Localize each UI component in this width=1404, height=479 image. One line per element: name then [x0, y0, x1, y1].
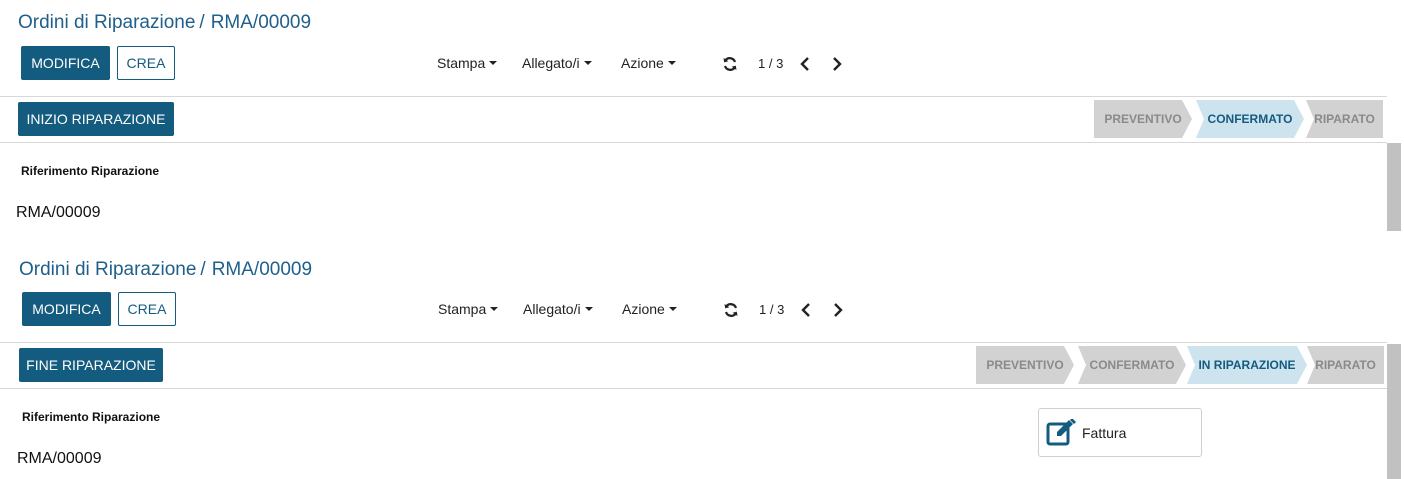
caret-down-icon	[490, 307, 499, 311]
field-value-repair-reference: RMA/00009	[17, 450, 102, 467]
action-menu[interactable]: Azione	[622, 301, 677, 317]
edit-button[interactable]: MODIFICA	[21, 46, 110, 80]
divider	[0, 142, 1387, 143]
chevron-left-icon[interactable]	[798, 301, 814, 319]
caret-down-icon	[489, 61, 498, 65]
action-menu[interactable]: Azione	[621, 55, 676, 71]
create-button[interactable]: CREA	[118, 292, 176, 326]
stage-riparato[interactable]: RIPARATO	[1307, 346, 1384, 384]
attachments-menu-label: Allegato/i	[523, 301, 581, 317]
pager-value: 1 / 3	[759, 302, 785, 317]
breadcrumb: Ordini di Riparazione / RMA/00009	[18, 12, 311, 34]
start-repair-button[interactable]: INIZIO RIPARAZIONE	[18, 102, 174, 136]
finish-repair-button[interactable]: FINE RIPARAZIONE	[19, 348, 163, 382]
breadcrumb-parent-link[interactable]: Ordini di Riparazione	[18, 12, 195, 33]
attachments-menu[interactable]: Allegato/i	[523, 301, 593, 317]
attachments-menu-label: Allegato/i	[522, 55, 580, 71]
caret-down-icon	[584, 307, 593, 311]
print-menu-label: Stampa	[437, 55, 486, 71]
attachments-menu[interactable]: Allegato/i	[522, 55, 592, 71]
field-label-repair-reference: Riferimento Riparazione	[22, 410, 161, 424]
invoice-smart-button-label: Fattura	[1082, 424, 1127, 441]
repair-order-view-confirmed: Ordini di Riparazione / RMA/00009 MODIFICA…	[0, 0, 1404, 231]
divider	[0, 342, 1387, 343]
scrollbar[interactable]	[1387, 143, 1401, 231]
caret-down-icon	[668, 307, 677, 311]
chevron-right-icon[interactable]	[830, 301, 846, 319]
repair-order-view-in-repair: Ordini di Riparazione / RMA/00009 MODIFICA…	[0, 246, 1404, 479]
breadcrumb: Ordini di Riparazione / RMA/00009	[19, 259, 312, 281]
refresh-icon[interactable]	[721, 55, 739, 73]
chevron-left-icon[interactable]	[797, 55, 813, 73]
field-value-repair-reference: RMA/00009	[16, 204, 101, 221]
refresh-icon[interactable]	[722, 301, 740, 319]
caret-down-icon	[583, 61, 592, 65]
field-label-repair-reference: Riferimento Riparazione	[21, 164, 160, 178]
edit-square-icon	[1046, 418, 1076, 447]
print-menu-label: Stampa	[438, 301, 487, 317]
breadcrumb-parent-link[interactable]: Ordini di Riparazione	[19, 259, 196, 280]
breadcrumb-separator: /	[199, 12, 205, 33]
create-button[interactable]: CREA	[117, 46, 175, 80]
stage-riparato[interactable]: RIPARATO	[1306, 100, 1383, 138]
print-menu[interactable]: Stampa	[437, 55, 498, 71]
chevron-right-icon[interactable]	[829, 55, 845, 73]
scrollbar[interactable]	[1387, 344, 1401, 479]
divider	[0, 388, 1387, 389]
stage-preventivo[interactable]: PREVENTIVO	[1094, 100, 1192, 138]
stage-in-riparazione[interactable]: IN RIPARAZIONE	[1187, 346, 1307, 384]
pager-value: 1 / 3	[758, 56, 784, 71]
invoice-smart-button[interactable]: Fattura	[1038, 408, 1202, 457]
action-menu-label: Azione	[621, 55, 664, 71]
print-menu[interactable]: Stampa	[438, 301, 499, 317]
stage-confermato[interactable]: CONFERMATO	[1196, 100, 1304, 138]
divider	[0, 96, 1387, 97]
stage-confermato[interactable]: CONFERMATO	[1078, 346, 1186, 384]
caret-down-icon	[667, 61, 676, 65]
breadcrumb-current: RMA/00009	[211, 259, 313, 280]
edit-button[interactable]: MODIFICA	[22, 292, 111, 326]
stage-preventivo[interactable]: PREVENTIVO	[976, 346, 1074, 384]
breadcrumb-separator: /	[200, 259, 206, 280]
breadcrumb-current: RMA/00009	[210, 12, 312, 33]
action-menu-label: Azione	[622, 301, 665, 317]
